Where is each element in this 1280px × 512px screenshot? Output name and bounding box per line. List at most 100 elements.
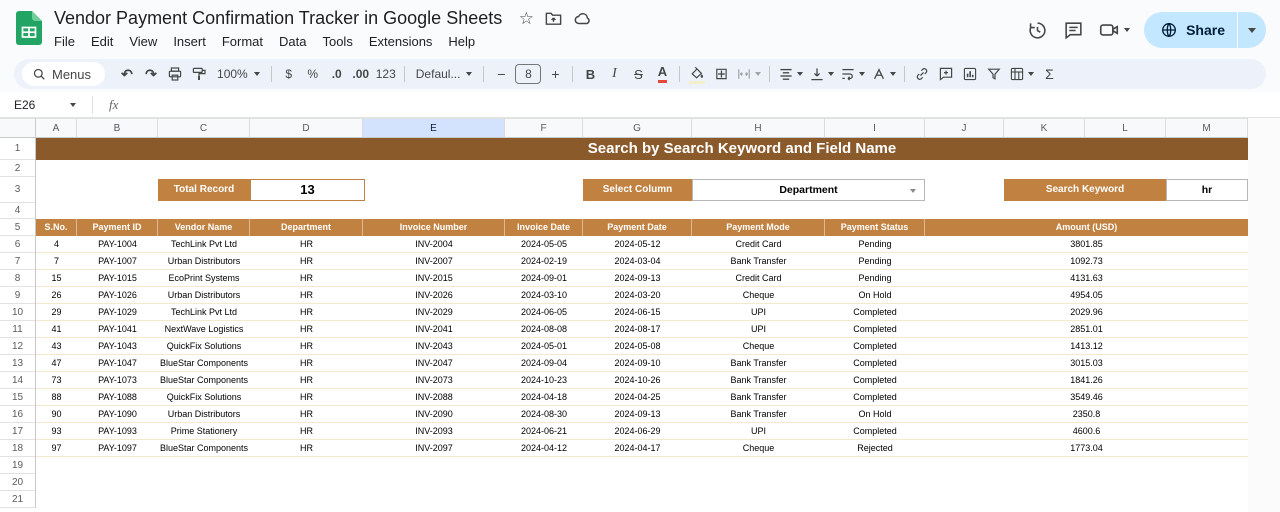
column-header[interactable]: H (692, 118, 825, 138)
cell-amount[interactable]: 2350.8 (925, 406, 1248, 422)
cell-vendor-name[interactable]: BlueStar Components (158, 372, 250, 388)
row-header[interactable]: 11 (0, 321, 35, 338)
text-rotation-button[interactable] (868, 62, 899, 86)
cell-payment-status[interactable]: Completed (825, 372, 925, 388)
cell-sno[interactable]: 29 (36, 304, 77, 320)
select-all-corner[interactable] (0, 118, 36, 138)
insert-table-button[interactable] (1006, 62, 1037, 86)
cell-invoice-number[interactable]: INV-2029 (363, 304, 505, 320)
cell-payment-date[interactable]: 2024-06-29 (583, 423, 692, 439)
column-header[interactable]: B (77, 118, 158, 138)
header-amount[interactable]: Amount (USD) (925, 219, 1248, 236)
chevron-down-icon[interactable] (1124, 28, 1130, 32)
create-filter-button[interactable] (982, 62, 1006, 86)
cell-invoice-number[interactable]: INV-2047 (363, 355, 505, 371)
cell-sno[interactable]: 73 (36, 372, 77, 388)
cell-vendor-name[interactable]: QuickFix Solutions (158, 338, 250, 354)
cell-vendor-name[interactable]: Urban Distributors (158, 287, 250, 303)
move-folder-icon[interactable] (544, 9, 563, 28)
menu-item[interactable]: Format (214, 32, 271, 51)
cell-payment-id[interactable]: PAY-1041 (77, 321, 158, 337)
cell-sno[interactable]: 7 (36, 253, 77, 269)
cell-department[interactable]: HR (250, 389, 363, 405)
cell-sno[interactable]: 41 (36, 321, 77, 337)
font-size-input[interactable]: 8 (515, 64, 541, 84)
borders-button[interactable]: ⊞ (709, 62, 733, 86)
cell-department[interactable]: HR (250, 440, 363, 456)
increase-font-size-button[interactable]: + (543, 62, 567, 86)
cell-vendor-name[interactable]: TechLink Pvt Ltd (158, 304, 250, 320)
banner-title[interactable]: Search by Search Keyword and Field Name (36, 138, 1248, 160)
cell-payment-date[interactable]: 2024-08-17 (583, 321, 692, 337)
cell-invoice-date[interactable]: 2024-09-01 (505, 270, 583, 286)
bold-button[interactable]: B (578, 62, 602, 86)
cell-sno[interactable]: 93 (36, 423, 77, 439)
version-history-icon[interactable] (1026, 19, 1048, 41)
cell-invoice-number[interactable]: INV-2093 (363, 423, 505, 439)
cell-invoice-number[interactable]: INV-2043 (363, 338, 505, 354)
row-header[interactable]: 7 (0, 253, 35, 270)
column-header[interactable]: J (925, 118, 1004, 138)
column-header[interactable]: E (363, 118, 505, 138)
cell-payment-status[interactable]: Completed (825, 304, 925, 320)
row-header[interactable]: 20 (0, 474, 35, 491)
total-record-value[interactable]: 13 (250, 179, 365, 201)
row-header[interactable]: 5 (0, 219, 35, 236)
row-header[interactable]: 16 (0, 406, 35, 423)
share-dropdown[interactable] (1238, 12, 1266, 48)
share-button[interactable]: Share (1144, 12, 1266, 48)
cell-payment-mode[interactable]: Bank Transfer (692, 389, 825, 405)
cell-sno[interactable]: 47 (36, 355, 77, 371)
text-color-button[interactable]: A (650, 62, 674, 86)
cell-vendor-name[interactable]: NextWave Logistics (158, 321, 250, 337)
header-vendor-name[interactable]: Vendor Name (158, 219, 250, 236)
cell-payment-id[interactable]: PAY-1088 (77, 389, 158, 405)
cell-amount[interactable]: 1413.12 (925, 338, 1248, 354)
cell-payment-date[interactable]: 2024-03-04 (583, 253, 692, 269)
paint-format-button[interactable] (187, 62, 211, 86)
cell-payment-status[interactable]: Completed (825, 389, 925, 405)
print-button[interactable] (163, 62, 187, 86)
cell-invoice-date[interactable]: 2024-02-19 (505, 253, 583, 269)
name-box[interactable]: E26 (0, 98, 86, 112)
cell-amount[interactable]: 3015.03 (925, 355, 1248, 371)
cell-payment-id[interactable]: PAY-1073 (77, 372, 158, 388)
cell-sno[interactable]: 15 (36, 270, 77, 286)
cell-payment-id[interactable]: PAY-1043 (77, 338, 158, 354)
row-header[interactable]: 1 (0, 138, 35, 160)
cell-payment-id[interactable]: PAY-1093 (77, 423, 158, 439)
menu-item[interactable]: Insert (165, 32, 214, 51)
format-percent-button[interactable]: % (301, 62, 325, 86)
cell-payment-date[interactable]: 2024-04-17 (583, 440, 692, 456)
cell-vendor-name[interactable]: TechLink Pvt Ltd (158, 236, 250, 252)
zoom-select[interactable]: 100% (211, 62, 266, 86)
cell-amount[interactable]: 4131.63 (925, 270, 1248, 286)
insert-link-button[interactable] (910, 62, 934, 86)
cloud-status-icon[interactable] (573, 9, 593, 29)
cell-vendor-name[interactable]: QuickFix Solutions (158, 389, 250, 405)
menu-item[interactable]: Extensions (361, 32, 441, 51)
font-select[interactable]: Defaul... (410, 62, 479, 86)
column-header[interactable]: M (1166, 118, 1248, 138)
cell-amount[interactable]: 1092.73 (925, 253, 1248, 269)
undo-button[interactable]: ↶ (115, 62, 139, 86)
functions-button[interactable]: Σ (1037, 62, 1061, 86)
column-header[interactable]: G (583, 118, 692, 138)
cell-payment-mode[interactable]: Credit Card (692, 236, 825, 252)
cell-invoice-date[interactable]: 2024-05-01 (505, 338, 583, 354)
cell-payment-status[interactable]: Rejected (825, 440, 925, 456)
header-invoice-date[interactable]: Invoice Date (505, 219, 583, 236)
cell-sno[interactable]: 43 (36, 338, 77, 354)
cell-payment-status[interactable]: Pending (825, 253, 925, 269)
header-payment-id[interactable]: Payment ID (77, 219, 158, 236)
cell-payment-mode[interactable]: Cheque (692, 440, 825, 456)
text-wrap-button[interactable] (837, 62, 868, 86)
cell-payment-status[interactable]: Pending (825, 270, 925, 286)
cell-payment-status[interactable]: Completed (825, 338, 925, 354)
cell-payment-mode[interactable]: Credit Card (692, 270, 825, 286)
empty-row[interactable] (36, 203, 1248, 219)
cell-amount[interactable]: 2029.96 (925, 304, 1248, 320)
decrease-decimal-button[interactable]: .0 (325, 62, 349, 86)
cell-sno[interactable]: 26 (36, 287, 77, 303)
cell-payment-mode[interactable]: Bank Transfer (692, 253, 825, 269)
